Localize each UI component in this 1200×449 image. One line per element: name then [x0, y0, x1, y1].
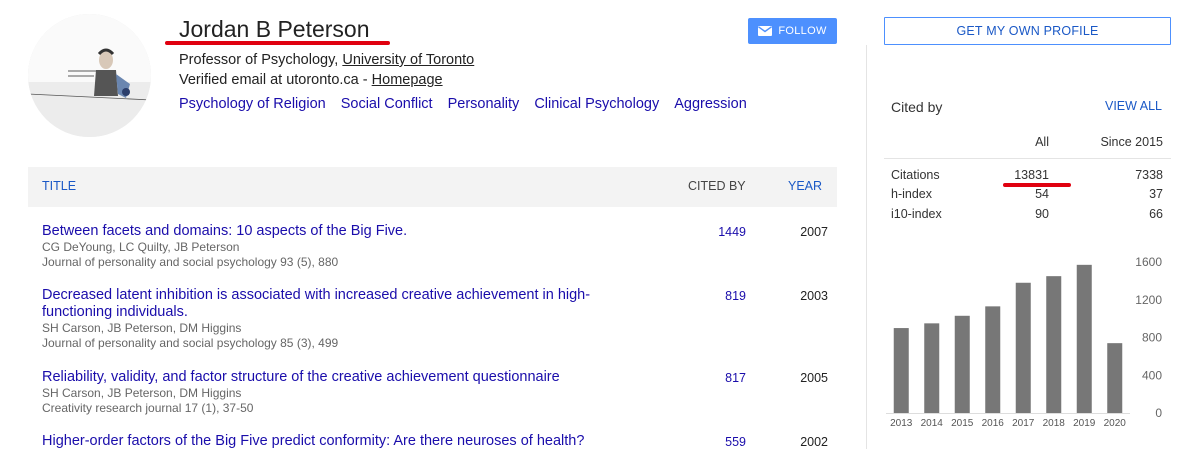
chart-bar[interactable]	[924, 323, 940, 413]
article-year: 2003	[800, 289, 828, 303]
article-year: 2007	[800, 225, 828, 239]
sort-by-cited[interactable]: CITED BY	[688, 179, 746, 193]
stat-since: 7338	[1135, 168, 1163, 182]
article-year: 2005	[800, 371, 828, 385]
stat-all: 54	[1035, 187, 1049, 201]
chart-x-tick-label: 2016	[982, 418, 1005, 429]
chart-x-tick-label: 2020	[1104, 418, 1127, 429]
article-title[interactable]: Decreased latent inhibition is associate…	[42, 287, 642, 321]
interest-link[interactable]: Personality	[448, 96, 520, 112]
stat-since: 66	[1149, 207, 1163, 221]
chart-x-tick-label: 2015	[951, 418, 974, 429]
table-row: Higher-order factors of the Big Five pre…	[42, 433, 837, 449]
article-authors: SH Carson, JB Peterson, DM Higgins	[42, 321, 242, 335]
chart-bar[interactable]	[1046, 276, 1062, 413]
article-journal: Journal of personality and social psycho…	[42, 336, 339, 350]
article-authors: CG DeYoung, LC Quilty, JB Peterson	[42, 240, 240, 254]
article-journal: Creativity research journal 17 (1), 37-5…	[42, 401, 254, 415]
stat-label: Citations	[891, 168, 940, 182]
profile-name: Jordan B Peterson	[179, 16, 370, 42]
interest-link[interactable]: Psychology of Religion	[179, 96, 326, 112]
stat-all: 13831	[1014, 168, 1049, 182]
profile-photo	[28, 14, 151, 137]
article-cited-count[interactable]: 1449	[708, 225, 746, 239]
chart-y-tick-label: 400	[1142, 368, 1162, 382]
interest-link[interactable]: Aggression	[674, 96, 747, 112]
chart-bar[interactable]	[893, 328, 909, 413]
stat-label: i10-index	[891, 207, 942, 221]
sort-by-title[interactable]: TITLE	[42, 179, 76, 193]
stat-all: 90	[1035, 207, 1049, 221]
interest-link[interactable]: Clinical Psychology	[534, 96, 659, 112]
table-row: Reliability, validity, and factor struct…	[42, 369, 837, 416]
chart-bar[interactable]	[985, 306, 1001, 413]
articles-table-header: TITLE CITED BY YEAR	[28, 167, 837, 207]
article-cited-count[interactable]: 559	[708, 435, 746, 449]
stats-divider	[884, 158, 1171, 159]
chart-x-tick-label: 2019	[1073, 418, 1096, 429]
chart-bar[interactable]	[1076, 264, 1092, 413]
article-authors: SH Carson, JB Peterson, DM Higgins	[42, 386, 242, 400]
position-text: Professor of Psychology,	[179, 52, 339, 68]
chart-x-tick-label: 2018	[1043, 418, 1066, 429]
profile-affiliation: Professor of Psychology, University of T…	[179, 52, 474, 68]
chart-y-tick-label: 800	[1142, 331, 1162, 345]
article-journal: Journal of personality and social psycho…	[42, 255, 339, 269]
name-annotation-underline	[165, 41, 390, 45]
col-all-header: All	[1035, 135, 1049, 149]
chart-x-tick-label: 2013	[890, 418, 913, 429]
chart-y-tick-label: 1600	[1135, 255, 1162, 269]
view-all-link[interactable]: VIEW ALL	[1105, 99, 1162, 113]
email-text: Verified email at utoronto.ca	[179, 72, 359, 88]
stat-label: h-index	[891, 187, 932, 201]
article-cited-count[interactable]: 817	[708, 371, 746, 385]
profile-email: Verified email at utoronto.ca - Homepage	[179, 72, 443, 88]
envelope-icon	[758, 26, 773, 36]
cited-by-heading: Cited by	[891, 99, 943, 115]
homepage-link[interactable]: Homepage	[372, 72, 443, 88]
follow-button[interactable]: FOLLOW	[748, 18, 837, 44]
table-row: Between facets and domains: 10 aspects o…	[42, 223, 837, 270]
chart-bar[interactable]	[1107, 343, 1123, 413]
research-interests: Psychology of Religion Social Conflict P…	[179, 96, 747, 112]
chart-x-tick-label: 2017	[1012, 418, 1035, 429]
article-title[interactable]: Between facets and domains: 10 aspects o…	[42, 223, 642, 240]
chart-bar[interactable]	[1015, 282, 1031, 413]
article-title[interactable]: Higher-order factors of the Big Five pre…	[42, 433, 642, 449]
sort-by-year[interactable]: YEAR	[788, 179, 822, 193]
citations-bar-chart: 2013 2014 2015 2016 2017 2018 2019 2020 1600 1200…	[886, 255, 1162, 429]
email-separator: -	[362, 72, 368, 88]
chart-y-tick-label: 0	[1155, 406, 1162, 420]
col-since-header: Since 2015	[1100, 135, 1163, 149]
interest-link[interactable]: Social Conflict	[341, 96, 433, 112]
chart-x-tick-label: 2014	[921, 418, 944, 429]
institution-link[interactable]: University of Toronto	[342, 52, 474, 68]
panel-divider	[866, 45, 867, 449]
chart-bar[interactable]	[954, 315, 970, 413]
follow-label: FOLLOW	[778, 25, 827, 37]
table-row: Decreased latent inhibition is associate…	[42, 287, 837, 351]
article-cited-count[interactable]: 819	[708, 289, 746, 303]
article-year: 2002	[800, 435, 828, 449]
get-my-own-profile-button[interactable]: GET MY OWN PROFILE	[884, 17, 1171, 45]
article-title[interactable]: Reliability, validity, and factor struct…	[42, 369, 642, 386]
avatar	[28, 14, 151, 137]
stat-since: 37	[1149, 187, 1163, 201]
chart-y-tick-label: 1200	[1135, 293, 1162, 307]
